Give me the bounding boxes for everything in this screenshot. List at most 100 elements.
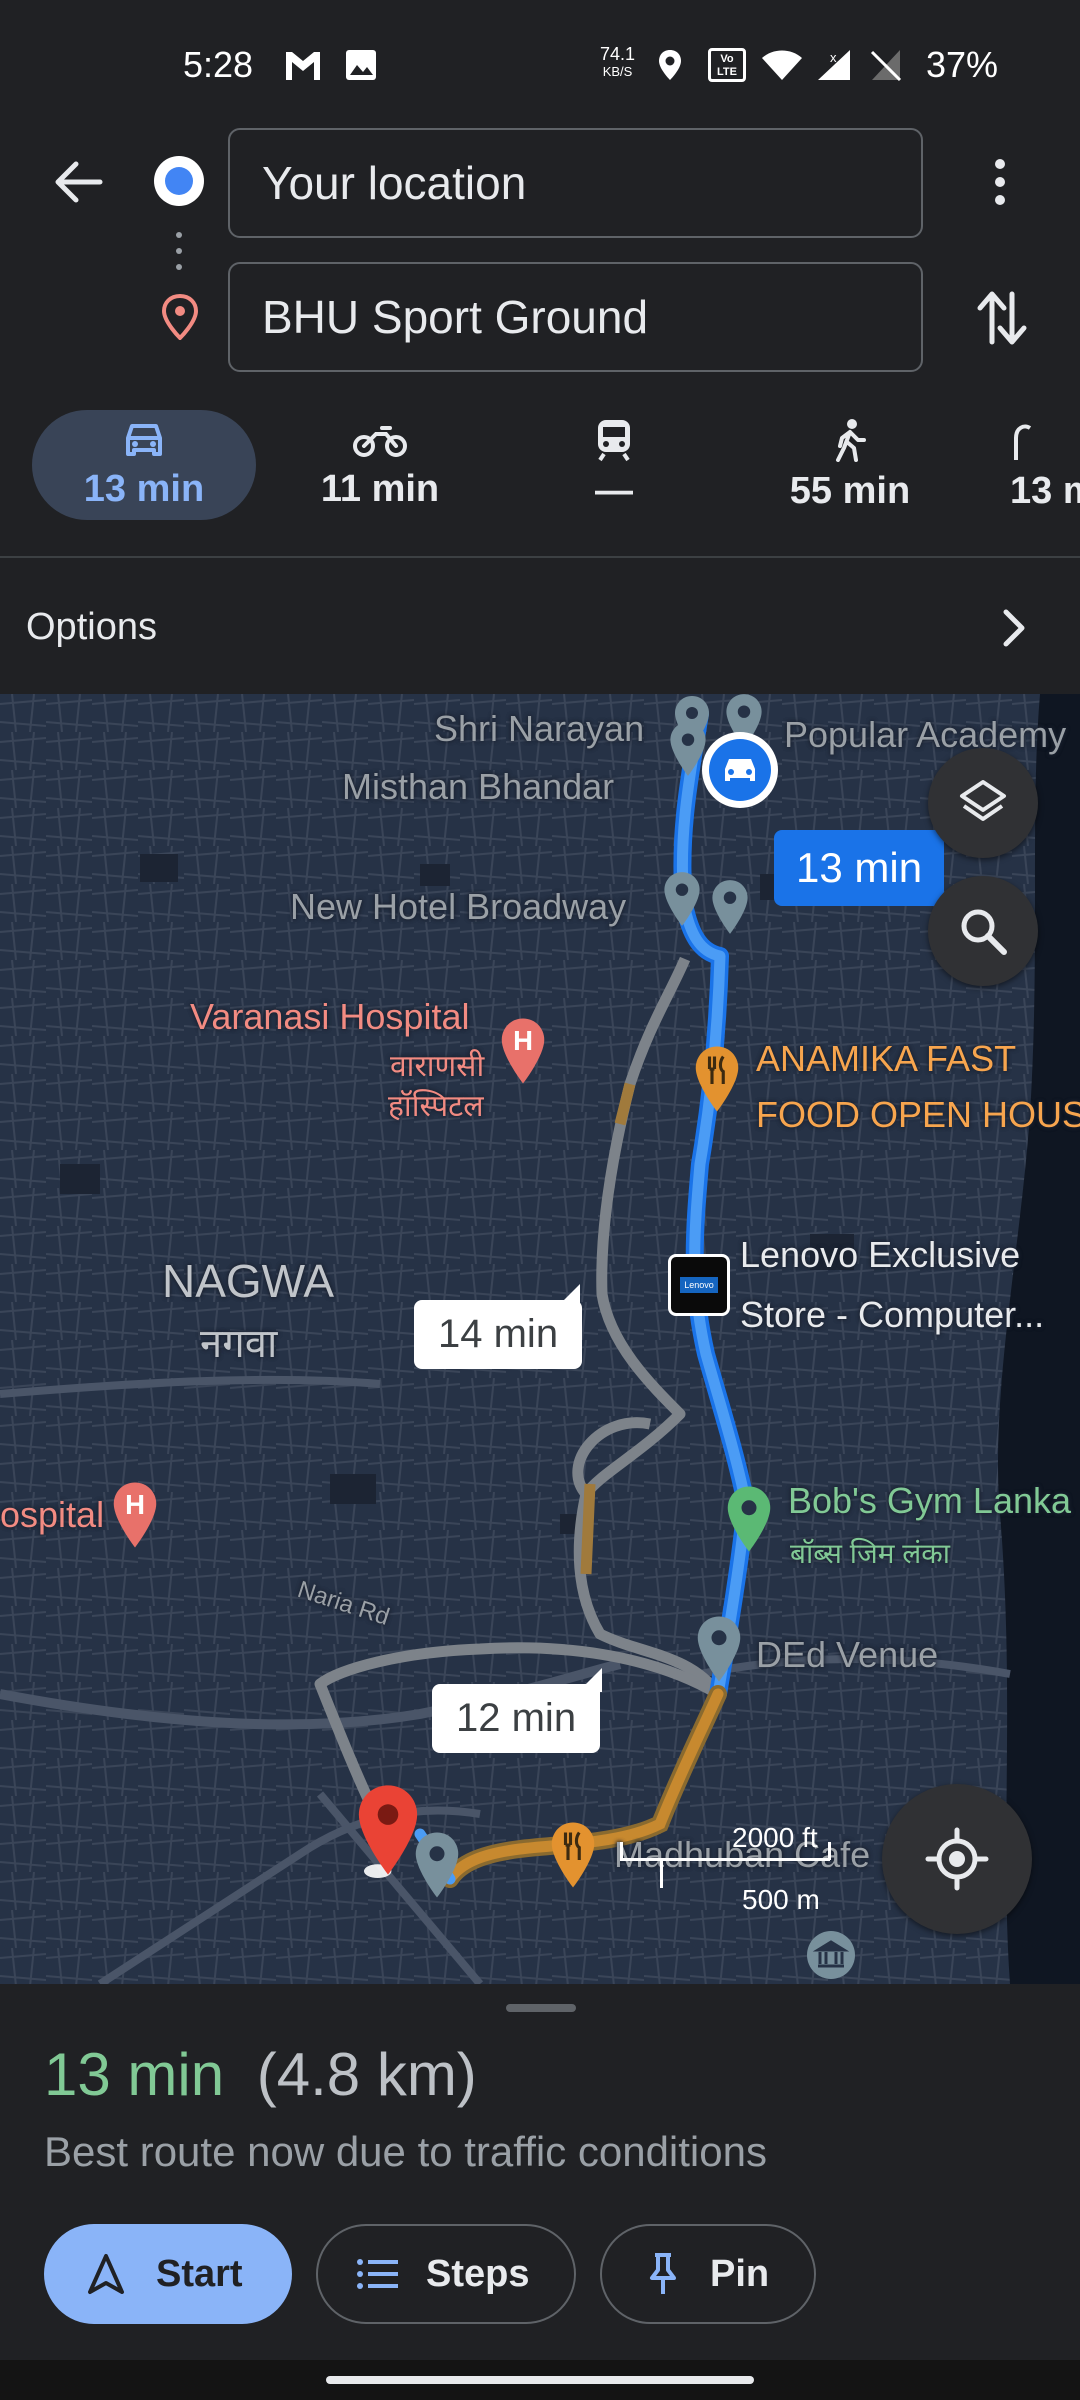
scale-m: 500 m xyxy=(742,1884,820,1915)
place-bobs-gym: Bob's Gym Lanka xyxy=(788,1480,1072,1521)
destination-marker-icon[interactable] xyxy=(352,1782,424,1878)
mode-bike[interactable]: 13 m xyxy=(1010,410,1080,520)
motorcycle-icon xyxy=(353,425,407,457)
options-label: Options xyxy=(26,606,157,648)
hospital-pin-icon[interactable]: H xyxy=(496,1016,550,1086)
place-varanasi-hospital: Varanasi Hospital xyxy=(190,996,470,1037)
alt-route-badge-14[interactable]: 14 min xyxy=(414,1300,583,1369)
connector-dot xyxy=(176,248,182,254)
back-arrow-icon[interactable] xyxy=(52,158,104,206)
destination-input[interactable]: BHU Sport Ground xyxy=(228,262,923,372)
place-popular-academy: Popular Academy xyxy=(784,714,1067,755)
gallery-icon xyxy=(346,50,376,80)
search-along-route-button[interactable] xyxy=(928,876,1038,986)
steps-label: Steps xyxy=(426,2252,530,2295)
start-car-marker xyxy=(702,732,778,808)
mode-drive-time: 13 min xyxy=(83,467,205,510)
svg-text:H: H xyxy=(513,1025,533,1056)
pin-button[interactable]: Pin xyxy=(600,2224,816,2324)
start-button[interactable]: Start xyxy=(44,2224,292,2324)
restaurant-pin-icon[interactable] xyxy=(690,1044,744,1114)
svg-text:H: H xyxy=(125,1489,145,1520)
origin-input[interactable]: Your location xyxy=(228,128,923,238)
navigation-arrow-icon xyxy=(88,2254,124,2294)
battery-percent: 37% xyxy=(926,44,999,85)
place-varanasi-hospital-hi: वाराणसी xyxy=(390,1050,485,1083)
no-sim-icon xyxy=(870,50,902,82)
hospital-pin-icon[interactable]: H xyxy=(108,1480,162,1550)
net-speed: 74.1 KB/S xyxy=(600,45,635,80)
destination-pin-icon xyxy=(161,294,199,340)
area-nagwa-hi: नगवा xyxy=(200,1322,278,1366)
scale-bar: 2000 ft xyxy=(620,1822,831,1888)
summary-time: 13 min xyxy=(44,2041,225,2108)
my-location-button[interactable] xyxy=(882,1784,1032,1934)
search-icon xyxy=(961,909,1007,955)
swap-icon[interactable] xyxy=(976,288,1028,348)
mode-drive[interactable]: 13 min xyxy=(32,410,256,520)
origin-dot-icon xyxy=(154,156,204,206)
pin-label: Pin xyxy=(710,2252,770,2295)
poi-pin-icon[interactable] xyxy=(708,878,752,936)
net-speed-unit: KB/S xyxy=(602,64,633,79)
mode-walk[interactable]: 55 min xyxy=(740,410,960,520)
layers-button[interactable] xyxy=(928,748,1038,858)
volte-icon: Vo LTE xyxy=(708,48,746,82)
restaurant-pin-icon[interactable] xyxy=(546,1820,600,1890)
options-row[interactable]: Options xyxy=(0,556,1080,694)
mode-motorcycle[interactable]: 11 min xyxy=(270,410,490,520)
mode-transit-time: — xyxy=(595,469,633,512)
walk-icon xyxy=(836,418,866,462)
status-time: 5:28 xyxy=(183,44,254,85)
summary-note: Best route now due to traffic conditions xyxy=(44,2128,767,2175)
lenovo-logo: Lenovo xyxy=(680,1277,718,1293)
transit-icon xyxy=(598,419,630,461)
pin-icon xyxy=(650,2253,676,2294)
steps-button[interactable]: Steps xyxy=(316,2224,576,2324)
place-anamika-2: FOOD OPEN HOUSE xyxy=(756,1094,1080,1135)
summary-distance: (4.8 km) xyxy=(256,2041,477,2108)
car-marker-icon xyxy=(709,739,771,801)
place-shri-narayan: Shri Narayan xyxy=(434,708,645,749)
svg-text:x: x xyxy=(830,50,837,65)
poi-pin-icon[interactable] xyxy=(692,1614,746,1684)
map-view[interactable]: Shri Narayan Misthan Bhandar Popular Aca… xyxy=(0,694,1080,1984)
route-time-badge[interactable]: 13 min xyxy=(774,830,945,906)
place-new-hotel-broadway: New Hotel Broadway xyxy=(290,886,627,927)
crosshair-icon xyxy=(925,1827,989,1891)
museum-poi-icon[interactable] xyxy=(806,1930,856,1980)
place-misthan-bhandar: Misthan Bhandar xyxy=(342,766,615,807)
list-icon xyxy=(357,2259,398,2289)
connector-dot xyxy=(176,264,182,270)
route-summary: 13 min (4.8 km) xyxy=(44,2040,477,2109)
place-lenovo-2: Store - Computer... xyxy=(740,1294,1045,1335)
bubble-tail xyxy=(556,1284,580,1308)
mode-bike-time: 13 m xyxy=(1010,469,1080,512)
signal-icon: x xyxy=(818,50,850,80)
bike-icon xyxy=(1014,423,1032,460)
wifi-icon xyxy=(762,50,802,80)
lenovo-store-marker[interactable]: Lenovo xyxy=(668,1254,730,1316)
scale-ft: 2000 ft xyxy=(732,1822,818,1853)
place-varanasi-hospital-hi2: हॉस्पिटल xyxy=(388,1090,484,1123)
location-icon xyxy=(659,50,681,80)
gym-pin-icon[interactable] xyxy=(722,1484,776,1554)
layers-icon xyxy=(960,780,1006,821)
start-label: Start xyxy=(156,2252,243,2295)
more-options-icon[interactable] xyxy=(990,156,1010,208)
place-bobs-gym-hi: बॉब्स जिम लंका xyxy=(790,1538,951,1569)
drag-handle[interactable] xyxy=(506,2004,576,2012)
area-nagwa: NAGWA xyxy=(162,1255,335,1307)
place-hospital-left: ospital xyxy=(0,1494,105,1535)
place-lenovo-1: Lenovo Exclusive xyxy=(740,1234,1021,1275)
poi-pin-icon[interactable] xyxy=(660,870,704,928)
home-gesture-handle[interactable] xyxy=(326,2376,754,2384)
place-ded-venue: DEd Venue xyxy=(756,1634,939,1675)
connector-dot xyxy=(176,232,182,238)
mode-walk-time: 55 min xyxy=(789,469,911,512)
place-anamika-1: ANAMIKA FAST xyxy=(756,1038,1017,1079)
gmail-icon xyxy=(286,52,320,80)
mode-transit[interactable]: — xyxy=(504,410,724,520)
mode-motorcycle-time: 11 min xyxy=(320,467,440,510)
alt-route-badge-12[interactable]: 12 min xyxy=(432,1684,601,1753)
